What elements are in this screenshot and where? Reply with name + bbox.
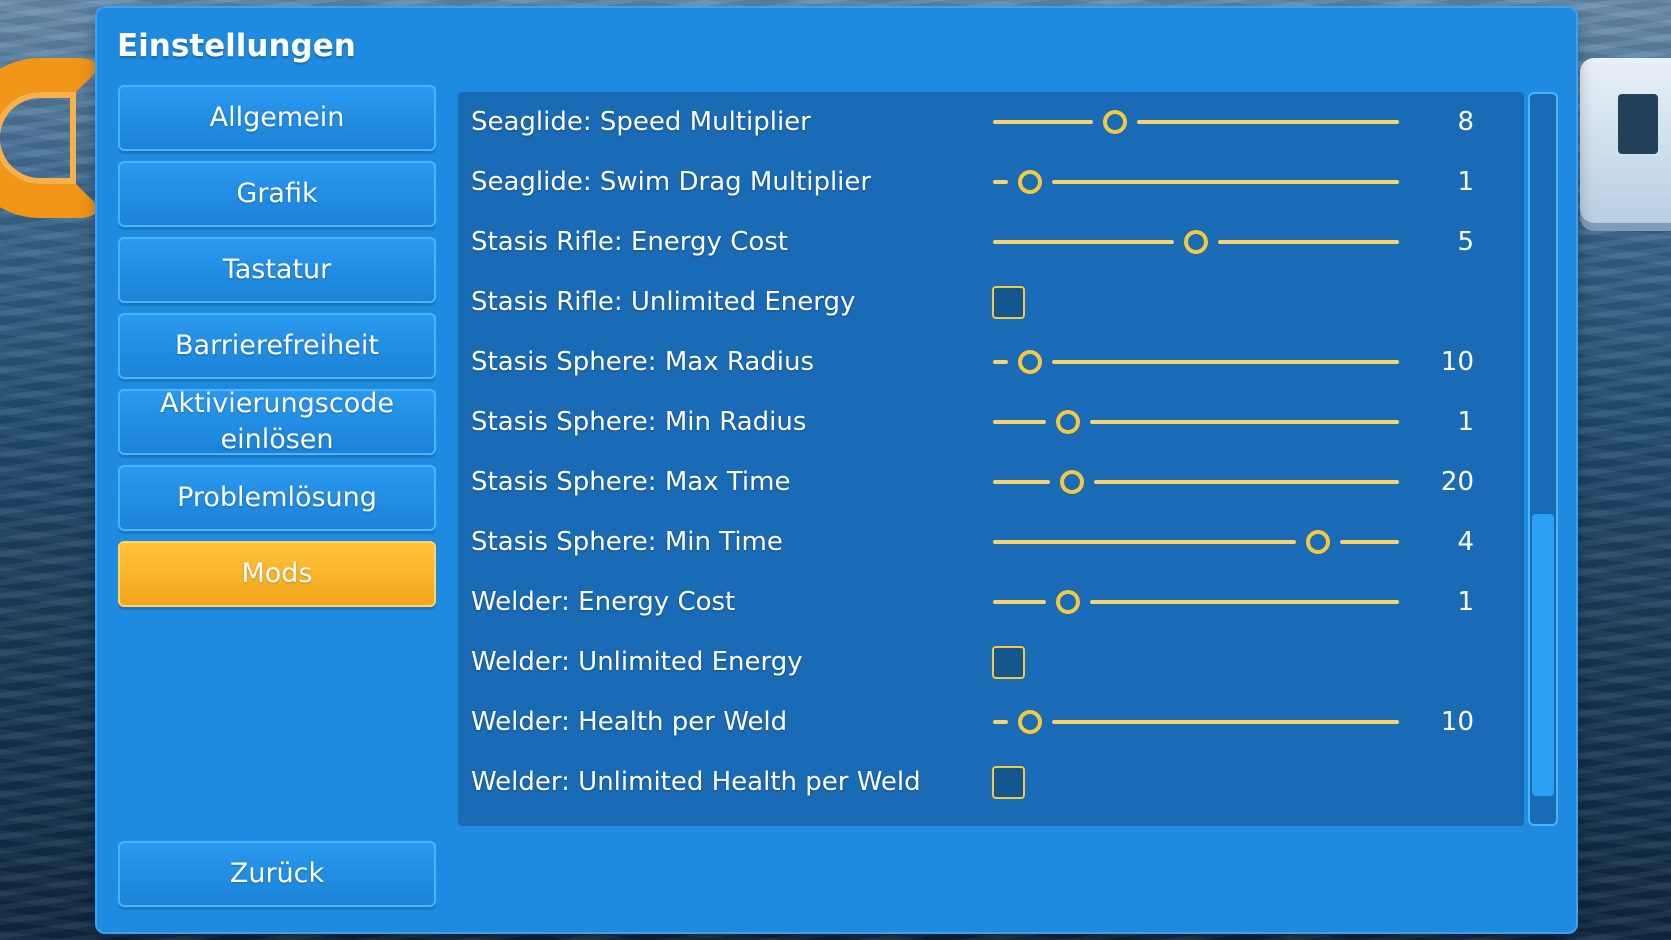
slider-track-filled xyxy=(993,360,1008,364)
setting-row: Stasis Sphere: Max Radius 10 xyxy=(458,332,1524,392)
setting-slider[interactable] xyxy=(993,170,1399,194)
setting-slider[interactable] xyxy=(993,470,1399,494)
setting-slider[interactable] xyxy=(993,350,1399,374)
slider-track-remaining xyxy=(1051,720,1399,724)
setting-checkbox[interactable] xyxy=(992,646,1025,679)
setting-row: Stasis Sphere: Max Time 20 xyxy=(458,452,1524,512)
setting-row: Welder: Energy Cost 1 xyxy=(458,572,1524,632)
slider-track-remaining xyxy=(1094,480,1399,484)
setting-label: Stasis Rifle: Unlimited Energy xyxy=(471,287,856,317)
nav-problemloesung-button[interactable]: Problemlösung xyxy=(118,465,436,531)
setting-slider[interactable] xyxy=(993,230,1399,254)
slider-handle[interactable] xyxy=(1017,350,1042,374)
slider-track-remaining xyxy=(1051,180,1399,184)
slider-track-filled xyxy=(993,720,1008,724)
setting-value: 8 xyxy=(1457,107,1474,137)
setting-label: Stasis Sphere: Min Time xyxy=(471,527,783,557)
setting-label: Welder: Unlimited Energy xyxy=(471,647,803,677)
slider-handle[interactable] xyxy=(1102,110,1127,134)
setting-value: 1 xyxy=(1457,167,1474,197)
settings-scrollbar[interactable] xyxy=(1528,92,1558,826)
setting-value: 5 xyxy=(1457,227,1474,257)
slider-handle[interactable] xyxy=(1056,410,1081,434)
setting-row: Stasis Sphere: Min Radius 1 xyxy=(458,392,1524,452)
setting-value: 1 xyxy=(1457,407,1474,437)
nav-mods-button[interactable]: Mods xyxy=(118,541,436,607)
setting-label: Welder: Energy Cost xyxy=(471,587,736,617)
setting-label: Stasis Sphere: Max Time xyxy=(471,467,791,497)
setting-label: Welder: Unlimited Health per Weld xyxy=(471,767,921,797)
setting-label: Stasis Rifle: Energy Cost xyxy=(471,227,788,257)
setting-label: Seaglide: Speed Multiplier xyxy=(471,107,811,137)
setting-row: Stasis Rifle: Unlimited Energy xyxy=(458,272,1524,332)
slider-track-remaining xyxy=(1090,600,1399,604)
nav-aktivierungscode-button[interactable]: Aktivierungscode einlösen xyxy=(118,388,436,455)
setting-label: Seaglide: Swim Drag Multiplier xyxy=(471,167,872,197)
setting-row: Seaglide: Speed Multiplier 8 xyxy=(458,92,1524,152)
settings-panel: Einstellungen Allgemein Grafik Tastatur … xyxy=(97,8,1576,932)
slider-track-remaining xyxy=(1136,120,1399,124)
slider-handle[interactable] xyxy=(1305,530,1330,554)
slider-track-remaining xyxy=(1218,240,1399,244)
setting-checkbox[interactable] xyxy=(992,286,1025,319)
setting-row: Seaglide: Swim Drag Multiplier 1 xyxy=(458,152,1524,212)
setting-row: Welder: Health per Weld 10 xyxy=(458,692,1524,752)
slider-track-remaining xyxy=(1051,360,1399,364)
setting-value: 4 xyxy=(1457,527,1474,557)
mod-settings-list: Seaglide: Speed Multiplier 8 Seaglide: Swi… xyxy=(458,92,1524,826)
slider-handle[interactable] xyxy=(1017,710,1042,734)
setting-slider[interactable] xyxy=(993,410,1399,434)
setting-value: 10 xyxy=(1440,707,1474,737)
slider-track-filled xyxy=(993,180,1008,184)
nav-barrierefreiheit-button[interactable]: Barrierefreiheit xyxy=(118,313,436,379)
slider-track-filled xyxy=(993,420,1047,424)
setting-label: Welder: Health per Weld xyxy=(471,707,788,737)
logo-fragment-left xyxy=(0,58,110,218)
setting-value: 10 xyxy=(1440,347,1474,377)
slider-track-filled xyxy=(993,240,1174,244)
panel-title: Einstellungen xyxy=(117,28,356,64)
slider-track-remaining xyxy=(1339,540,1399,544)
setting-slider[interactable] xyxy=(993,110,1399,134)
slider-track-remaining xyxy=(1090,420,1399,424)
nav-allgemein-button[interactable]: Allgemein xyxy=(118,85,436,151)
setting-value: 20 xyxy=(1440,467,1474,497)
setting-checkbox[interactable] xyxy=(992,766,1025,799)
setting-value: 1 xyxy=(1457,587,1474,617)
setting-row: Welder: Unlimited Energy xyxy=(458,632,1524,692)
back-button[interactable]: Zurück xyxy=(118,841,436,907)
slider-handle[interactable] xyxy=(1184,230,1208,254)
nav-tastatur-button[interactable]: Tastatur xyxy=(118,237,436,303)
setting-row: Welder: Unlimited Health per Weld xyxy=(458,752,1524,812)
setting-slider[interactable] xyxy=(993,530,1399,554)
setting-label: Stasis Sphere: Max Radius xyxy=(471,347,815,377)
slider-track-filled xyxy=(993,540,1296,544)
slider-handle[interactable] xyxy=(1056,590,1081,614)
setting-slider[interactable] xyxy=(993,710,1399,734)
setting-label: Stasis Sphere: Min Radius xyxy=(471,407,807,437)
slider-handle[interactable] xyxy=(1060,470,1085,494)
slider-handle[interactable] xyxy=(1017,170,1042,194)
scrollbar-thumb[interactable] xyxy=(1532,514,1554,796)
setting-slider[interactable] xyxy=(993,590,1399,614)
logo-fragment-right xyxy=(1580,58,1671,223)
setting-row: Stasis Rifle: Energy Cost 5 xyxy=(458,212,1524,272)
setting-row: Stasis Sphere: Min Time 4 xyxy=(458,512,1524,572)
slider-track-filled xyxy=(993,120,1093,124)
slider-track-filled xyxy=(993,600,1047,604)
nav-grafik-button[interactable]: Grafik xyxy=(118,161,436,227)
slider-track-filled xyxy=(993,480,1051,484)
